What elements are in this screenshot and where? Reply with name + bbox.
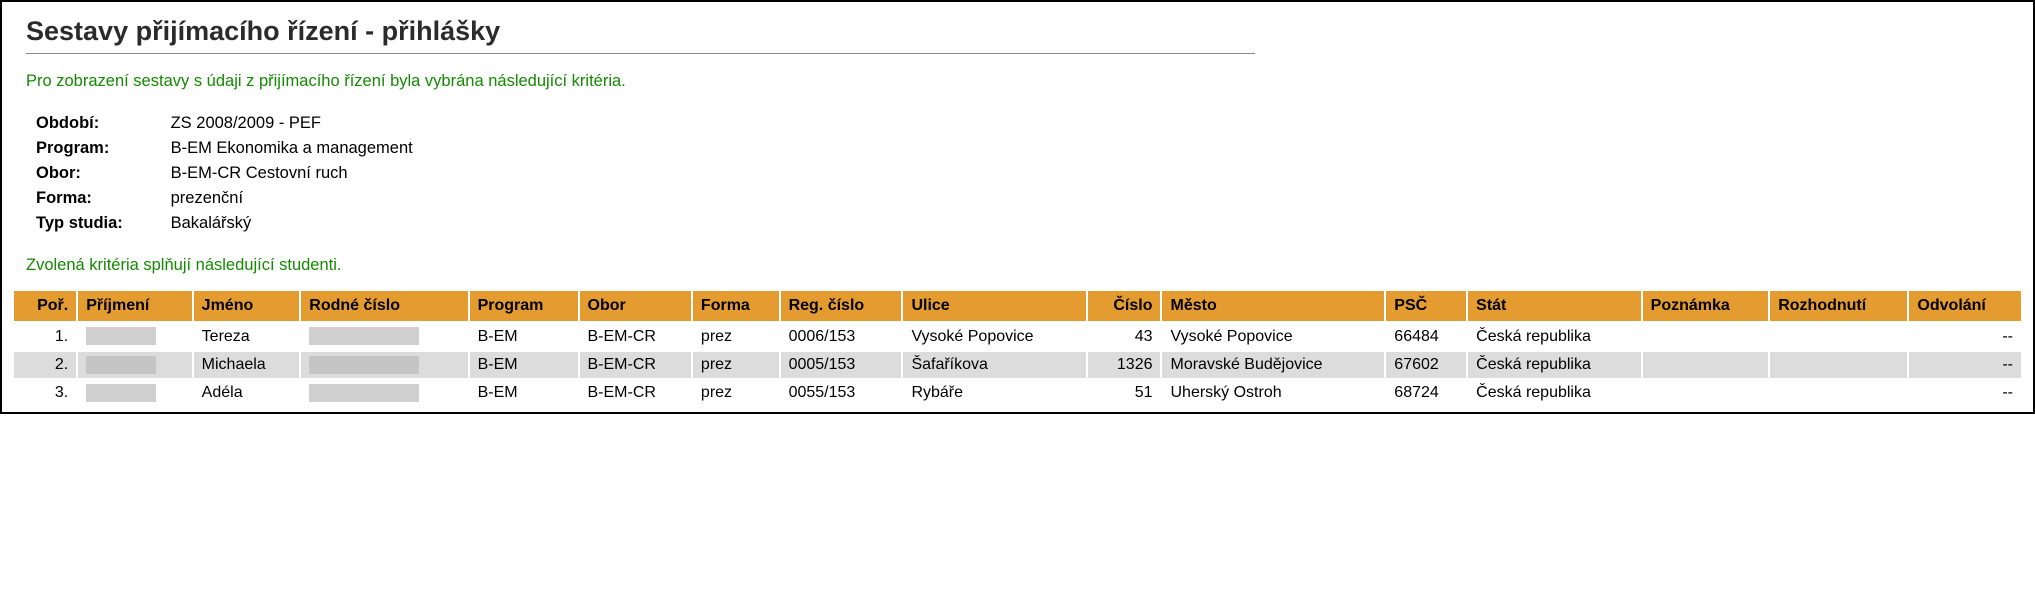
cell-rodne-cislo [301, 352, 467, 378]
cell-prijmeni [78, 380, 191, 406]
cell-mesto: Moravské Budějovice [1162, 352, 1384, 378]
intro-note: Pro zobrazení sestavy s údaji z přijímac… [26, 72, 2009, 91]
col-rozhodnuti: Rozhodnutí [1770, 291, 1907, 321]
criteria-label-obor: Obor: [36, 164, 166, 183]
cell-poznamka [1643, 323, 1769, 349]
redacted-surname [86, 356, 156, 374]
redacted-surname [86, 327, 156, 345]
cell-cislo: 43 [1088, 323, 1161, 349]
cell-program: B-EM [470, 380, 578, 406]
cell-forma: prez [693, 380, 779, 406]
cell-forma: prez [693, 323, 779, 349]
cell-prijmeni [78, 352, 191, 378]
table-row: 1. Tereza B-EM B-EM-CR prez 0006/153 Vys… [14, 323, 2021, 349]
cell-reg-cislo: 0006/153 [781, 323, 902, 349]
criteria-label-obdobi: Období: [36, 114, 166, 133]
criteria-row-typ: Typ studia: Bakalářský [36, 211, 2009, 236]
cell-program: B-EM [470, 323, 578, 349]
cell-rodne-cislo [301, 323, 467, 349]
cell-por: 1. [14, 323, 76, 349]
cell-cislo: 51 [1088, 380, 1161, 406]
col-stat: Stát [1468, 291, 1641, 321]
col-rodne-cislo: Rodné číslo [301, 291, 467, 321]
col-cislo: Číslo [1088, 291, 1161, 321]
cell-jmeno: Adéla [194, 380, 300, 406]
criteria-value-forma: prezenční [171, 189, 243, 207]
cell-poznamka [1643, 380, 1769, 406]
criteria-value-program: B-EM Ekonomika a management [171, 139, 413, 157]
students-note: Zvolená kritéria splňují následující stu… [26, 256, 2009, 275]
col-reg-cislo: Reg. číslo [781, 291, 902, 321]
cell-prijmeni [78, 323, 191, 349]
table-row: 2. Michaela B-EM B-EM-CR prez 0005/153 Š… [14, 352, 2021, 378]
table-header-row: Poř. Příjmení Jméno Rodné číslo Program … [14, 291, 2021, 321]
col-por: Poř. [14, 291, 76, 321]
cell-poznamka [1643, 352, 1769, 378]
redacted-rc [309, 327, 419, 345]
students-table: Poř. Příjmení Jméno Rodné číslo Program … [12, 289, 2023, 408]
col-prijmeni: Příjmení [78, 291, 191, 321]
cell-rozhodnuti [1770, 352, 1907, 378]
criteria-row-obor: Obor: B-EM-CR Cestovní ruch [36, 161, 2009, 186]
cell-obor: B-EM-CR [580, 380, 691, 406]
cell-reg-cislo: 0005/153 [781, 352, 902, 378]
cell-ulice: Rybáře [903, 380, 1085, 406]
redacted-surname [86, 384, 156, 402]
cell-por: 3. [14, 380, 76, 406]
cell-odvolani: -- [1909, 380, 2021, 406]
app-frame: Sestavy přijímacího řízení - přihlášky P… [0, 0, 2035, 414]
col-program: Program [470, 291, 578, 321]
criteria-label-forma: Forma: [36, 189, 166, 208]
cell-odvolani: -- [1909, 323, 2021, 349]
criteria-row-program: Program: B-EM Ekonomika a management [36, 136, 2009, 161]
cell-ulice: Vysoké Popovice [903, 323, 1085, 349]
cell-mesto: Uherský Ostroh [1162, 380, 1384, 406]
cell-reg-cislo: 0055/153 [781, 380, 902, 406]
cell-psc: 67602 [1386, 352, 1466, 378]
criteria-block: Období: ZS 2008/2009 - PEF Program: B-EM… [36, 111, 2009, 236]
cell-stat: Česká republika [1468, 380, 1641, 406]
cell-psc: 68724 [1386, 380, 1466, 406]
redacted-rc [309, 356, 419, 374]
col-poznamka: Poznámka [1643, 291, 1769, 321]
cell-jmeno: Tereza [194, 323, 300, 349]
title-divider [26, 53, 1255, 54]
criteria-label-program: Program: [36, 139, 166, 158]
cell-obor: B-EM-CR [580, 352, 691, 378]
cell-program: B-EM [470, 352, 578, 378]
cell-odvolani: -- [1909, 352, 2021, 378]
cell-jmeno: Michaela [194, 352, 300, 378]
cell-ulice: Šafaříkova [903, 352, 1085, 378]
redacted-rc [309, 384, 419, 402]
content-area: Sestavy přijímacího řízení - přihlášky P… [2, 2, 2033, 275]
criteria-value-obdobi: ZS 2008/2009 - PEF [171, 114, 321, 132]
criteria-value-obor: B-EM-CR Cestovní ruch [171, 164, 348, 182]
col-ulice: Ulice [903, 291, 1085, 321]
cell-stat: Česká republika [1468, 323, 1641, 349]
col-forma: Forma [693, 291, 779, 321]
criteria-row-forma: Forma: prezenční [36, 186, 2009, 211]
cell-stat: Česká republika [1468, 352, 1641, 378]
criteria-label-typ: Typ studia: [36, 214, 166, 233]
col-odvolani: Odvolání [1909, 291, 2021, 321]
cell-rozhodnuti [1770, 323, 1907, 349]
cell-cislo: 1326 [1088, 352, 1161, 378]
page-title: Sestavy přijímacího řízení - přihlášky [26, 16, 2009, 47]
col-obor: Obor [580, 291, 691, 321]
table-row: 3. Adéla B-EM B-EM-CR prez 0055/153 Rybá… [14, 380, 2021, 406]
col-mesto: Město [1162, 291, 1384, 321]
cell-psc: 66484 [1386, 323, 1466, 349]
col-jmeno: Jméno [194, 291, 300, 321]
criteria-value-typ: Bakalářský [171, 214, 252, 232]
cell-forma: prez [693, 352, 779, 378]
cell-por: 2. [14, 352, 76, 378]
cell-rozhodnuti [1770, 380, 1907, 406]
cell-rodne-cislo [301, 380, 467, 406]
cell-obor: B-EM-CR [580, 323, 691, 349]
col-psc: PSČ [1386, 291, 1466, 321]
cell-mesto: Vysoké Popovice [1162, 323, 1384, 349]
criteria-row-obdobi: Období: ZS 2008/2009 - PEF [36, 111, 2009, 136]
